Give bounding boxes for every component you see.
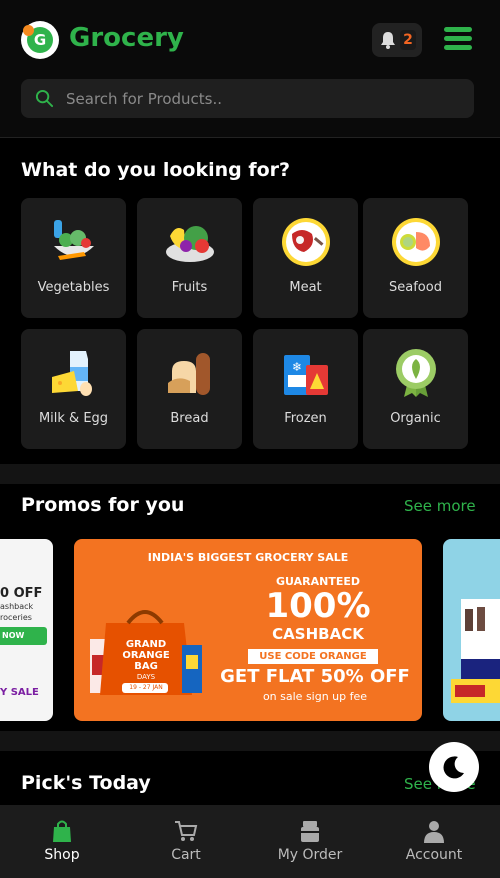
bread-icon <box>168 353 210 395</box>
category-label: Frozen <box>284 411 327 426</box>
account-icon <box>424 821 444 843</box>
category-label: Milk & Egg <box>38 411 109 426</box>
category-label: Seafood <box>389 280 442 295</box>
nav-item-account[interactable]: Account <box>372 805 496 878</box>
notification-count-badge: 2 <box>400 30 416 50</box>
promo-headline: INDIA'S BIGGEST GROCERY SALE <box>147 551 349 564</box>
category-vegetables[interactable]: Vegetables <box>21 198 126 318</box>
promo-cashback: CASHBACK <box>272 625 364 643</box>
notification-button[interactable]: 2 <box>372 23 422 57</box>
promo-flat-off: GET FLAT 50% OFF <box>220 666 410 687</box>
category-seafood[interactable]: Seafood <box>363 198 468 318</box>
category-meat[interactable]: Meat <box>253 198 358 318</box>
category-bread[interactable]: Bread <box>137 329 242 449</box>
svg-text:❄: ❄ <box>292 360 302 374</box>
section-divider <box>0 731 500 751</box>
app-header: G Grocery 2 <box>0 0 500 138</box>
category-organic[interactable]: Organic <box>363 329 468 449</box>
moon-icon <box>443 756 464 779</box>
hamburger-menu-icon[interactable] <box>444 27 472 51</box>
search-bar[interactable] <box>21 79 474 118</box>
bag-text-block: GRAND ORANGE BAG DAYS <box>108 639 184 683</box>
fruits-icon <box>166 226 214 262</box>
picks-title: Pick's Today <box>21 772 151 794</box>
meat-icon <box>282 218 330 266</box>
category-frozen[interactable]: ❄ Frozen <box>253 329 358 449</box>
promo-card-left[interactable]: 0 OFF ashback roceries NOW Y SALE <box>0 539 53 721</box>
frozen-icon: ❄ <box>284 355 328 395</box>
search-input[interactable] <box>66 79 466 118</box>
category-label: Meat <box>289 280 322 295</box>
milk-egg-icon <box>52 351 92 396</box>
nav-item-shop[interactable]: Shop <box>0 805 124 878</box>
nav-label: My Order <box>277 847 343 863</box>
category-fruits[interactable]: Fruits <box>137 198 242 318</box>
dark-mode-toggle[interactable] <box>429 742 479 792</box>
nav-label: Account <box>405 847 463 863</box>
bag-line-3: BAG <box>134 661 158 672</box>
promo-left-tag: Y SALE <box>0 687 39 698</box>
nav-label: Shop <box>44 847 80 863</box>
order-box-icon <box>301 821 319 842</box>
logo-leaf <box>23 25 34 36</box>
promo-left-line2: ashback <box>0 602 34 611</box>
vegetables-icon <box>54 220 94 260</box>
bell-icon <box>381 32 395 49</box>
bag-dates: 19 - 27 JAN <box>129 684 163 691</box>
promo-left-line1: 0 OFF <box>0 586 43 601</box>
bottom-navigation: Shop Cart My Order Account <box>0 805 500 878</box>
section-divider <box>0 464 500 484</box>
promo-right-illustration <box>451 599 500 703</box>
organic-icon <box>396 349 436 397</box>
category-label: Vegetables <box>37 280 110 295</box>
category-milk-egg[interactable]: Milk & Egg <box>21 329 126 449</box>
nav-item-my-order[interactable]: My Order <box>248 805 372 878</box>
nav-item-cart[interactable]: Cart <box>124 805 248 878</box>
promo-left-button: NOW <box>0 627 47 645</box>
search-icon <box>35 89 54 108</box>
promo-subline: on sale sign up fee <box>262 690 368 703</box>
app-logo: G <box>21 21 59 59</box>
shop-bag-icon <box>53 820 71 842</box>
bag-line-2: ORANGE <box>122 650 170 661</box>
promo-card-right[interactable] <box>443 539 500 721</box>
app-title: Grocery <box>69 23 184 53</box>
categories-title: What do you looking for? <box>21 159 291 181</box>
seafood-icon <box>392 218 440 266</box>
bag-line-1: GRAND <box>125 639 167 650</box>
category-label: Bread <box>170 411 209 426</box>
promo-percent: 100% <box>265 586 371 626</box>
promos-title: Promos for you <box>21 494 185 516</box>
category-label: Fruits <box>171 280 208 295</box>
promos-see-more-link[interactable]: See more <box>404 497 476 515</box>
bag-line-4: DAYS <box>136 673 156 681</box>
promo-code: USE CODE ORANGE <box>248 649 378 664</box>
cart-icon <box>175 821 198 841</box>
nav-label: Cart <box>171 847 201 863</box>
promo-banner-main[interactable]: INDIA'S BIGGEST GROCERY SALE GUARANTEED … <box>74 539 422 721</box>
promo-left-line3: roceries <box>0 613 32 622</box>
category-label: Organic <box>390 411 441 426</box>
